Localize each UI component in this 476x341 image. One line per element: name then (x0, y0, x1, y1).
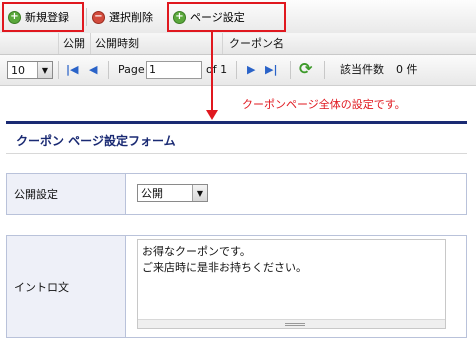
form-title-bar (6, 121, 467, 124)
toolbar-separator (86, 8, 87, 26)
page-settings-button[interactable]: + ページ設定 (167, 2, 286, 32)
delete-button-label: 選択削除 (109, 11, 153, 24)
intro-line-1: お得なクーポンです。 (142, 245, 251, 258)
chevron-down-icon: ▼ (37, 62, 52, 78)
intro-text-row: イントロ文 お得なクーポンです。 ご来店時に是非お持ちください。 (6, 235, 467, 338)
annotation-arrow-line (211, 32, 213, 112)
first-page-icon[interactable]: |◀ (66, 64, 78, 75)
publish-setting-row: 公開設定 公開 ▼ (6, 173, 467, 215)
pager-separator (236, 61, 237, 79)
annotation-text: クーポンページ全体の設定です。 (242, 98, 406, 111)
annotation-arrow-head (206, 110, 218, 120)
previous-page-icon[interactable]: ◀ (89, 64, 97, 75)
grid-checkbox-column (0, 33, 25, 54)
pager-separator (324, 61, 325, 79)
intro-textarea[interactable]: お得なクーポンです。 ご来店時に是非お持ちください。 (137, 239, 446, 329)
publish-setting-label: 公開設定 (7, 174, 126, 214)
publish-setting-cell: 公開 ▼ (126, 174, 466, 214)
intro-line-2: ご来店時に是非お持ちください。 (142, 261, 307, 274)
add-icon: + (173, 10, 186, 24)
publish-select-value: 公開 (141, 187, 163, 200)
result-count-label: 該当件数 (340, 63, 384, 76)
new-button[interactable]: + 新規登録 (2, 2, 84, 32)
pager-separator (58, 61, 59, 79)
page-total: of 1 (206, 63, 228, 76)
column-header-publish[interactable]: 公開 (58, 33, 90, 54)
grid-header: 公開 公開時刻 クーポン名 (0, 33, 476, 55)
page-size-value: 10 (11, 63, 25, 77)
pager-separator (290, 61, 291, 79)
publish-select[interactable]: 公開 ▼ (137, 184, 208, 202)
intro-text-label: イントロ文 (7, 236, 126, 337)
result-count-value: 0 件 (396, 63, 418, 76)
form-title: クーポン ページ設定フォーム (16, 134, 176, 148)
pager-separator (108, 61, 109, 79)
page-size-select[interactable]: 10 ▼ (7, 61, 53, 79)
remove-icon: − (92, 10, 105, 24)
add-icon: + (8, 10, 21, 24)
page-settings-button-label: ページ設定 (190, 11, 245, 24)
column-header-coupon-name[interactable]: クーポン名 (222, 33, 476, 54)
delete-button[interactable]: − 選択削除 (88, 6, 166, 28)
intro-text-cell: お得なクーポンです。 ご来店時に是非お持ちください。 (126, 236, 466, 337)
chevron-down-icon: ▼ (192, 185, 207, 201)
form-title-underline (6, 153, 467, 154)
refresh-icon[interactable]: ⟳ (299, 59, 312, 78)
column-header-publish-time[interactable]: 公開時刻 (90, 33, 220, 54)
textarea-resize-handle[interactable] (138, 319, 445, 328)
next-page-icon[interactable]: ▶ (247, 64, 255, 75)
new-button-label: 新規登録 (25, 11, 69, 24)
page-number-input[interactable]: 1 (146, 61, 202, 79)
page-word: Page (118, 63, 145, 76)
last-page-icon[interactable]: ▶| (265, 64, 277, 75)
